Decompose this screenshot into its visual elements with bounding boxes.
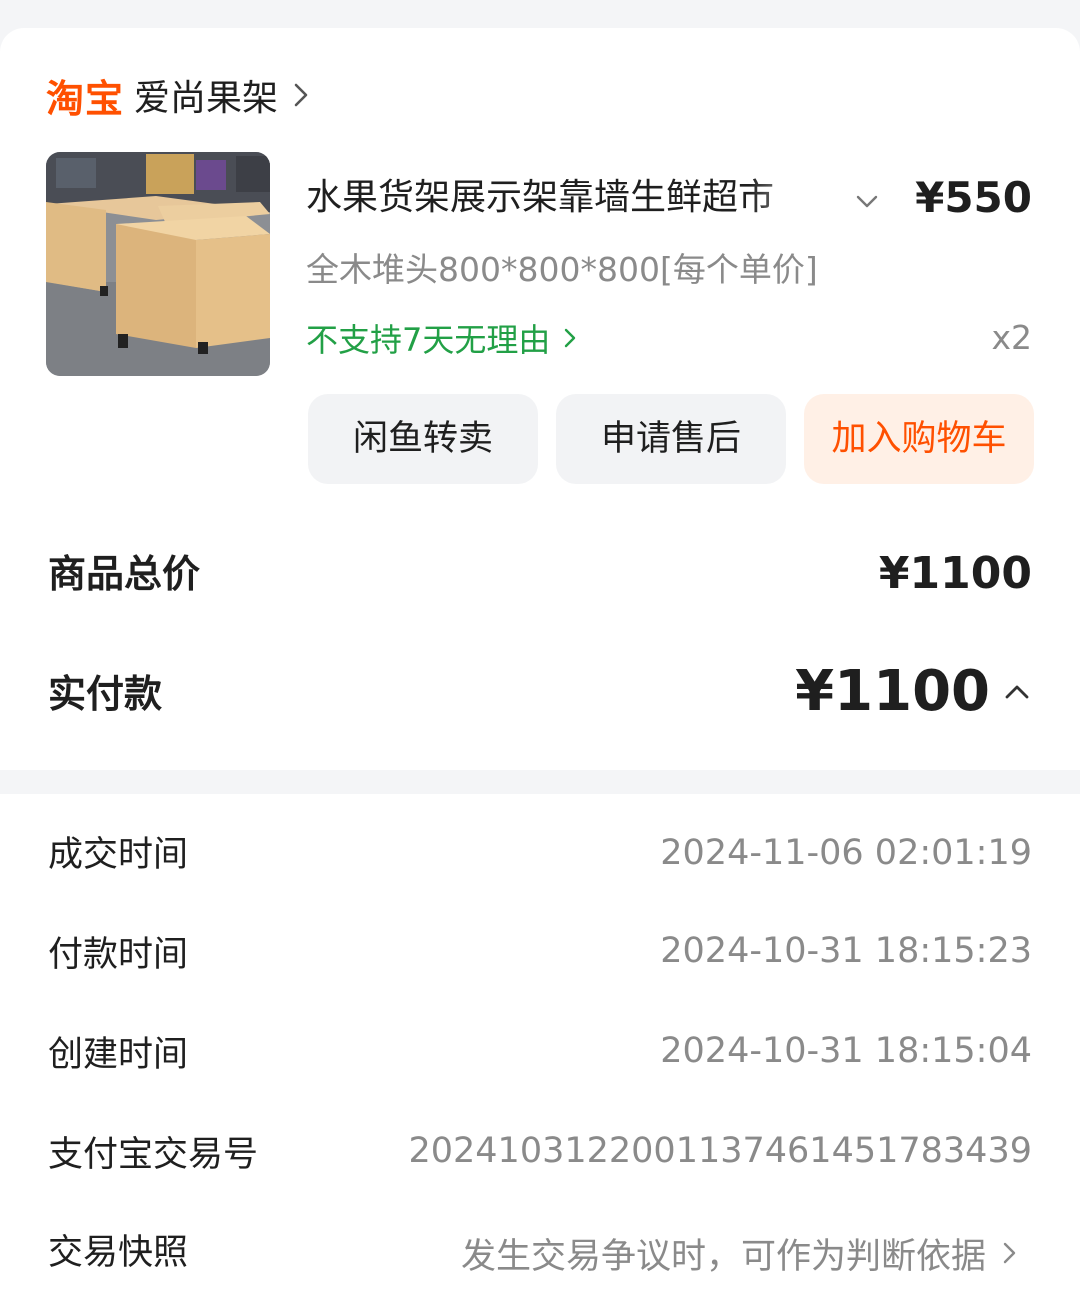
chevron-down-icon[interactable] [852,186,882,216]
trade-snapshot-link[interactable]: 发生交易争议时，可作为判断依据 [461,1226,1022,1280]
quantity: x2 [991,318,1032,357]
resell-button[interactable]: 闲鱼转卖 [308,394,538,484]
after-sale-button[interactable]: 申请售后 [556,394,786,484]
shop-header[interactable]: 淘宝 爱尚果架 [46,68,316,122]
chevron-right-icon [565,328,576,348]
alipay-trade-no-label: 支付宝交易号 [48,1135,259,1175]
chevron-right-icon [1003,1242,1016,1264]
shop-name: 爱尚果架 [134,78,279,119]
paid-amount-value: ¥1100 [795,659,990,724]
return-policy-label: 不支持7天无理由 [306,321,551,359]
product-title[interactable]: 水果货架展示架靠墙生鲜超市 [306,170,834,226]
trade-snapshot-hint: 发生交易争议时，可作为判断依据 [460,1236,986,1277]
taobao-logo: 淘宝 [46,76,125,121]
deal-time-value: 2024-11-06 02:01:19 [660,833,1032,873]
create-time-value: 2024-10-31 18:15:04 [660,1031,1032,1071]
pay-time-label: 付款时间 [48,935,189,975]
chevron-right-icon [294,83,308,107]
product-spec: 全木堆头800*800*800[每个单价] [306,250,818,289]
create-time-label: 创建时间 [48,1035,189,1075]
paid-amount-label: 实付款 [48,672,163,716]
alipay-trade-no-value[interactable]: 2024103122001137461451783439 [408,1124,1032,1178]
goods-total-value: ¥1100 [878,548,1032,599]
pay-time-value: 2024-10-31 18:15:23 [660,931,1032,971]
chevron-up-icon[interactable] [1002,676,1032,706]
unit-price: ¥550 [915,173,1032,222]
deal-time-label: 成交时间 [48,835,189,875]
return-policy-link[interactable]: 不支持7天无理由 [306,312,582,364]
add-to-cart-button[interactable]: 加入购物车 [804,394,1034,484]
goods-total-label: 商品总价 [48,552,201,596]
trade-snapshot-label: 交易快照 [48,1233,189,1273]
product-photo-icon [46,152,270,376]
product-image[interactable] [46,152,270,376]
